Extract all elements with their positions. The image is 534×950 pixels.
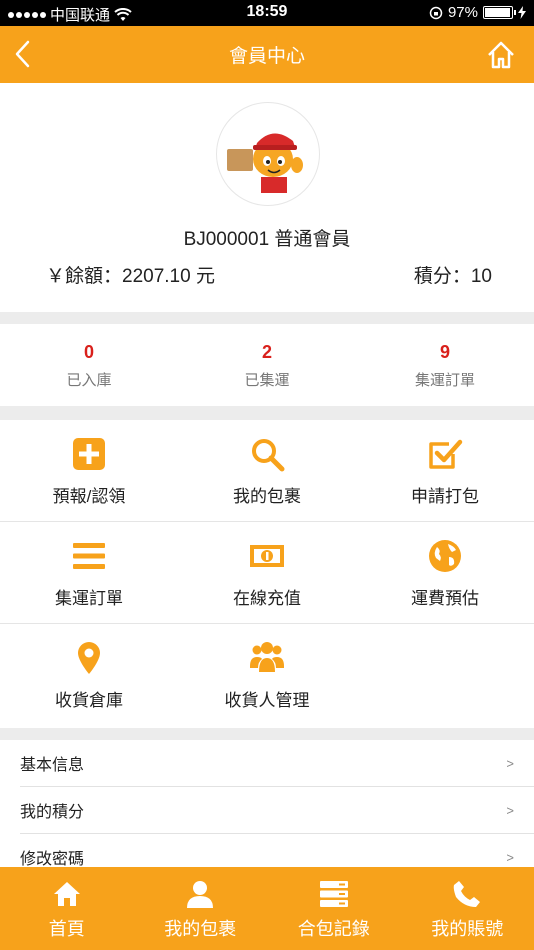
location-pin-icon — [78, 642, 100, 674]
list-item-label: 修改密碼 — [20, 851, 85, 868]
balance-label: ￥餘額：2207.10 元 — [46, 266, 215, 287]
grid-item-label: 運費預估 — [411, 589, 479, 608]
grid-item-label: 申請打包 — [411, 487, 479, 506]
grid-item-label: 我的包裹 — [233, 487, 301, 506]
avatar[interactable] — [216, 102, 320, 206]
function-grid: 預報/認領 我的包裹 申請打包 集運訂單 在線充值 運費預估 收貨倉庫 收貨人管… — [0, 420, 534, 728]
grid-item-recharge[interactable]: 在線充值 — [178, 522, 356, 623]
tab-label: 合包記錄 — [297, 919, 370, 939]
grid-row: 收貨倉庫 收貨人管理 — [0, 624, 534, 726]
battery-text: 97% — [447, 4, 478, 21]
grid-item-forecast[interactable]: 預報/認領 — [0, 420, 178, 521]
tab-home[interactable]: 首頁 — [0, 867, 134, 950]
status-right: 97% — [429, 4, 526, 21]
battery-icon — [483, 6, 516, 19]
tab-label: 我的賬號 — [431, 919, 504, 939]
grid-item-label: 在線充值 — [233, 589, 301, 608]
tab-label: 我的包裹 — [164, 919, 237, 939]
grid-item-orders[interactable]: 集運訂單 — [0, 522, 178, 623]
page-title: 會員中心 — [228, 46, 305, 67]
tab-merge-records[interactable]: 合包記錄 — [267, 867, 401, 950]
tiger-mascot-icon — [227, 133, 303, 193]
tab-bar: 首頁 我的包裹 合包記錄 我的賬號 — [0, 867, 534, 950]
status-bar: 中国联通 18:59 97% — [0, 0, 534, 26]
grid-row: 集運訂單 在線充值 運費預估 — [0, 522, 534, 624]
grid-item-estimate[interactable]: 運費預估 — [356, 522, 534, 623]
settings-list: 基本信息 > 我的積分 > 修改密碼 > — [0, 740, 534, 881]
list-icon — [73, 543, 105, 569]
grid-item-consignee[interactable]: 收貨人管理 — [178, 624, 356, 726]
search-icon — [252, 439, 285, 472]
grid-item-packages[interactable]: 我的包裹 — [178, 420, 356, 521]
server-icon — [319, 881, 348, 907]
list-item-basic-info[interactable]: 基本信息 > — [20, 740, 534, 787]
profile-card: BJ000001 普通會員 ￥餘額：2207.10 元 積分：10 — [0, 83, 534, 312]
list-item-label: 我的積分 — [20, 804, 85, 821]
tab-my-account[interactable]: 我的賬號 — [401, 867, 534, 950]
stat-label: 已集運 — [244, 372, 290, 389]
stat-orders[interactable]: 9 集運訂單 — [356, 324, 534, 406]
stat-in-warehouse[interactable]: 0 已入庫 — [0, 324, 178, 406]
home-icon — [53, 882, 80, 906]
grid-item-pack[interactable]: 申請打包 — [356, 420, 534, 521]
member-info: BJ000001 普通會員 — [183, 229, 351, 250]
tab-my-packages[interactable]: 我的包裹 — [134, 867, 268, 950]
stats-bar: 0 已入庫 2 已集運 9 集運訂單 — [0, 324, 534, 406]
grid-item-label: 收貨人管理 — [224, 691, 310, 710]
grid-row: 預報/認領 我的包裹 申請打包 — [0, 420, 534, 522]
tab-label: 首頁 — [48, 919, 85, 939]
points-label: 積分：10 — [413, 266, 492, 287]
grid-item-label: 預報/認領 — [52, 487, 126, 506]
list-item-label: 基本信息 — [20, 757, 85, 774]
users-icon — [250, 642, 284, 672]
grid-empty-cell — [356, 624, 534, 726]
nav-bar: 會員中心 — [0, 26, 534, 83]
checkbox-icon — [429, 439, 463, 469]
stat-label: 已入庫 — [66, 372, 112, 389]
user-icon — [187, 881, 214, 908]
money-icon — [250, 545, 284, 567]
stat-value: 0 — [83, 342, 94, 362]
rotation-lock-icon — [429, 6, 443, 19]
chevron-right-icon: > — [506, 849, 514, 865]
stat-consolidated[interactable]: 2 已集運 — [178, 324, 356, 406]
grid-item-label: 集運訂單 — [55, 589, 123, 608]
home-icon[interactable] — [486, 40, 516, 70]
stat-value: 9 — [439, 342, 450, 362]
stat-value: 2 — [261, 342, 272, 362]
grid-item-label: 收貨倉庫 — [55, 691, 123, 710]
chevron-right-icon: > — [506, 802, 514, 818]
phone-icon — [454, 881, 481, 907]
list-item-my-points[interactable]: 我的積分 > — [20, 787, 534, 834]
grid-item-warehouse[interactable]: 收貨倉庫 — [0, 624, 178, 726]
charging-icon — [518, 6, 526, 19]
globe-icon — [429, 540, 461, 572]
plus-square-icon — [73, 438, 105, 470]
chevron-right-icon: > — [506, 755, 514, 771]
stat-label: 集運訂單 — [414, 372, 475, 389]
